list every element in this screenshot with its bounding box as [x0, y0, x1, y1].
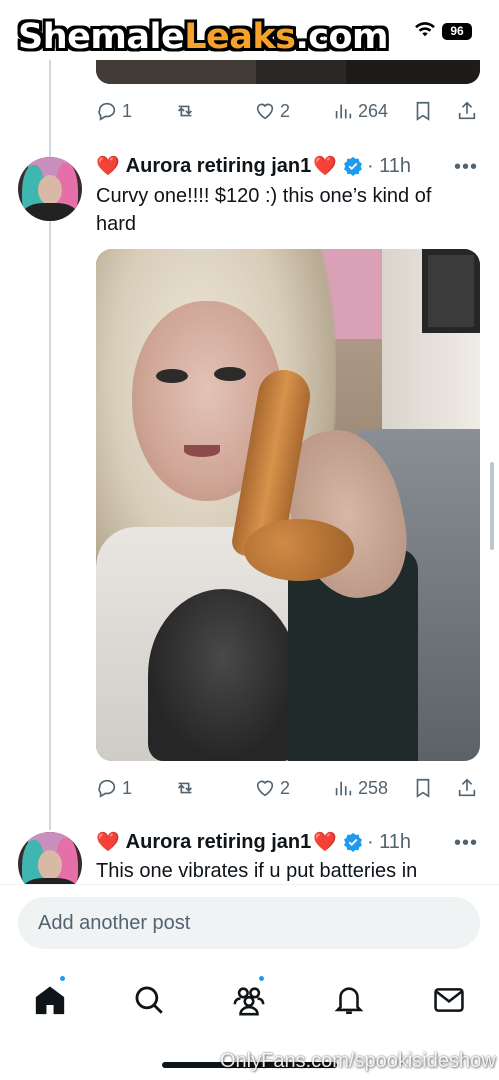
watermark-part3: .com [295, 17, 389, 57]
notification-dot [58, 974, 67, 983]
like-button[interactable]: 2 [254, 777, 290, 799]
author-name[interactable]: Aurora retiring jan1 [126, 831, 312, 854]
share-button[interactable] [456, 777, 478, 799]
reply-bar: Add another post [0, 884, 499, 960]
share-button[interactable] [456, 100, 478, 122]
footer-watermark: OnlyFans.com/spookisideshow [220, 1050, 496, 1072]
repost-icon [177, 782, 193, 794]
reply-icon [98, 779, 116, 798]
bookmark-icon [416, 778, 430, 798]
search-icon [135, 986, 163, 1014]
like-count: 2 [280, 777, 291, 798]
tab-notifications[interactable] [329, 980, 369, 1020]
verified-badge-icon [343, 832, 362, 852]
tab-home[interactable] [30, 974, 70, 1020]
heart-icon [256, 103, 274, 120]
tweet-text: This one vibrates if u put batteries in [96, 860, 418, 882]
tab-search[interactable] [129, 980, 169, 1020]
timestamp[interactable]: · 11h [367, 831, 411, 854]
heart-emoji: ❤️ [313, 156, 337, 177]
reply-count: 1 [122, 100, 133, 121]
timestamp[interactable]: · 11h [367, 155, 411, 178]
tab-communities[interactable] [229, 974, 269, 1020]
views-icon [335, 781, 352, 796]
tweet-header: ❤️ Aurora retiring jan1 ❤️ · 11h [96, 152, 411, 180]
tweet-actions: 1 2 258 [96, 775, 480, 801]
bookmark-button[interactable] [412, 100, 434, 122]
verified-badge-icon [343, 156, 362, 176]
view-count: 264 [358, 100, 389, 121]
more-options-icon[interactable]: ••• [454, 156, 478, 179]
site-watermark: ShemaleLeaks.com [18, 17, 389, 57]
heart-emoji: ❤️ [96, 156, 120, 177]
mail-icon [434, 988, 464, 1012]
views-button[interactable]: 264 [332, 100, 388, 122]
avatar[interactable] [18, 157, 82, 221]
bell-icon [334, 987, 364, 1015]
share-icon [458, 778, 476, 797]
tweet-media-image[interactable] [96, 249, 480, 761]
view-count: 258 [358, 777, 389, 798]
tweet-header: ❤️ Aurora retiring jan1 ❤️ · 11h [96, 828, 411, 856]
communities-icon [233, 987, 265, 1016]
bookmark-icon [416, 101, 430, 121]
repost-button[interactable] [174, 777, 196, 799]
watermark-part1: Shemale [18, 17, 185, 57]
bookmark-button[interactable] [412, 777, 434, 799]
heart-emoji: ❤️ [313, 832, 337, 853]
share-icon [458, 101, 476, 120]
more-options-icon[interactable]: ••• [454, 832, 478, 855]
tweet-text: Curvy one!!!! $120 :) this one’s kind of… [96, 185, 432, 235]
heart-emoji: ❤️ [96, 832, 120, 853]
notification-dot [257, 974, 266, 983]
reply-button[interactable]: 1 [96, 777, 132, 799]
like-button[interactable]: 2 [254, 100, 290, 122]
repost-icon [177, 105, 193, 117]
heart-icon [256, 780, 274, 797]
watermark-part2: Leaks [184, 17, 296, 57]
reply-count: 1 [122, 777, 133, 798]
home-icon [35, 986, 65, 1015]
add-post-input[interactable]: Add another post [18, 897, 480, 949]
tab-messages[interactable] [429, 980, 469, 1020]
repost-button[interactable] [174, 100, 196, 122]
author-name[interactable]: Aurora retiring jan1 [126, 155, 312, 178]
battery-indicator: 96 [442, 23, 472, 40]
tweet-actions: 1 2 264 [96, 98, 480, 124]
views-button[interactable]: 258 [332, 777, 388, 799]
views-icon [335, 104, 352, 119]
reply-icon [98, 102, 116, 121]
wifi-icon [415, 22, 435, 37]
like-count: 2 [280, 100, 291, 121]
reply-button[interactable]: 1 [96, 100, 132, 122]
scrollbar[interactable] [490, 462, 494, 550]
